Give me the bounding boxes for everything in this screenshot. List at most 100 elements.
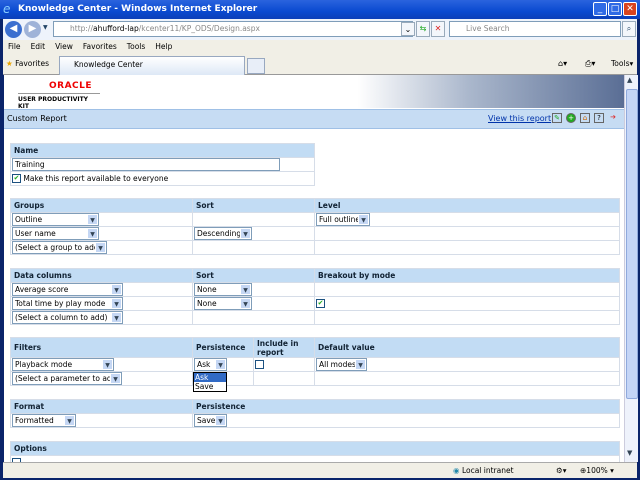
tab-bar: ★ Favorites Knowledge Center ⌂▾ ⎙▾ Tools… [3,55,637,75]
default-value-select[interactable]: All modes ▼ [316,358,367,371]
default-value-header: Default value [314,337,620,358]
chevron-down-icon: ▼ [111,298,122,309]
menu-tools[interactable]: Tools [122,40,150,51]
add-icon[interactable]: + [566,113,576,123]
oracle-logo: ORACLE [49,81,93,91]
scroll-up-icon[interactable]: ▲ [627,76,632,84]
sort-select[interactable]: None ▼ [194,283,252,296]
favorites-button[interactable]: ★ Favorites [6,59,49,68]
page-content: ORACLE USER PRODUCTIVITY KIT Custom Repo… [4,75,624,462]
menu-favorites[interactable]: Favorites [78,40,122,51]
add-filter-select[interactable]: (Select a parameter to add) ▼ [12,372,122,385]
level-select[interactable]: Full outline ▼ [316,213,370,226]
menu-view[interactable]: View [50,40,78,51]
globe-icon: ◉ [453,466,460,475]
chevron-down-icon: ▼ [358,214,369,225]
address-dropdown-icon[interactable]: ⌄ [401,22,415,36]
filters-section: Filters Persistence Include in report Defau… [10,337,620,386]
menu-file[interactable]: File [3,40,26,51]
zoom-level: 100% [586,466,608,475]
tools-label: Tools [611,59,630,68]
view-report-link[interactable]: View this report [488,114,551,123]
history-dropdown-icon[interactable]: ▼ [43,24,48,31]
select-value: User name [15,229,56,238]
back-button[interactable]: ◀ [5,21,22,38]
persistence-select[interactable]: Ask ▼ [194,358,227,371]
select-value: (Select a group to add) [15,243,102,252]
select-value: Average score [15,285,69,294]
breakout-header: Breakout by mode [314,268,620,283]
address-path: /kcenter11/KP_ODS/Design.aspx [138,24,260,33]
tab-knowledge-center[interactable]: Knowledge Center [59,56,245,75]
vertical-scrollbar[interactable]: ▲ ▼ [624,75,638,462]
logout-icon[interactable]: ➔ [608,113,618,123]
menu-bar: File Edit View Favorites Tools Help [3,40,637,55]
search-input[interactable]: Live Search [449,21,621,37]
include-checkbox[interactable] [255,360,264,370]
share-checkbox[interactable]: ✔ [12,174,21,184]
column-select[interactable]: Average score ▼ [12,283,123,296]
address-toolbar: ◀ ▶ ▼ http://ahufford-lap/kcenter11/KP_O… [3,19,637,40]
persistence-header: Persistence [192,337,254,358]
sort-select[interactable]: None ▼ [194,297,252,310]
data-columns-header: Data columns [10,268,193,283]
zoom-button[interactable]: ⊕100% ▾ [580,466,614,475]
select-value: Full outline [319,215,361,224]
persistence-dropdown-list: Ask Save [193,372,227,392]
chevron-down-icon: ▼ [95,242,106,253]
protected-mode-icon[interactable]: ⚙▾ [556,466,567,475]
edit-icon[interactable]: ✎ [552,113,562,123]
add-group-select[interactable]: (Select a group to add) ▼ [12,241,107,254]
chevron-down-icon: ▼ [111,312,122,323]
dropdown-option-ask[interactable]: Ask [194,373,226,382]
format-header: Format [10,399,193,414]
group-select[interactable]: User name ▼ [12,227,99,240]
options-header: Options [10,441,620,456]
column-select[interactable]: Total time by play mode ▼ [12,297,123,310]
data-columns-section: Data columns Sort Breakout by mode Average… [10,268,620,325]
filter-select[interactable]: Playback mode ▼ [12,358,114,371]
chevron-down-icon: ▼ [111,284,122,295]
groups-header: Groups [10,198,193,213]
home-icon[interactable]: ⌂ [580,113,590,123]
dropdown-option-save[interactable]: Save [194,382,226,391]
help-icon[interactable]: ? [594,113,604,123]
menu-help[interactable]: Help [150,40,177,51]
format-select[interactable]: Formatted ▼ [12,414,76,427]
sort-select[interactable]: Descending ▼ [194,227,252,240]
chevron-down-icon: ▼ [215,415,226,426]
menu-edit[interactable]: Edit [26,40,51,51]
tab-label: Knowledge Center [74,60,143,69]
share-label: Make this report available to everyone [23,173,169,183]
forward-button[interactable]: ▶ [24,21,41,38]
search-placeholder: Live Search [466,24,510,33]
add-column-select[interactable]: (Select a column to add) ▼ [12,311,123,324]
scroll-down-icon[interactable]: ▼ [627,449,632,457]
select-value: Formatted [15,416,54,425]
close-button[interactable]: ✕ [623,2,637,16]
breakout-checkbox[interactable]: ✔ [316,299,325,309]
minimize-button[interactable]: _ [593,2,607,16]
scrollbar-thumb[interactable] [626,89,638,399]
address-input[interactable]: http://ahufford-lap/kcenter11/KP_ODS/Des… [53,21,413,37]
select-value: (Select a parameter to add) [15,374,120,383]
sort-header: Sort [192,268,315,283]
new-tab-button[interactable] [247,58,265,74]
address-host: ahufford-lap [92,24,139,33]
stop-icon[interactable]: ✕ [431,21,445,37]
format-persistence-select[interactable]: Save ▼ [194,414,227,427]
home-icon[interactable]: ⌂▾ [558,59,567,68]
maximize-button[interactable]: □ [608,2,622,16]
options-section: Options [10,441,620,462]
print-icon[interactable]: ⎙▾ [585,59,595,69]
refresh-icon[interactable]: ⇆ [416,21,430,37]
select-value: All modes [319,360,356,369]
search-icon[interactable]: ⌕ [622,21,636,37]
zone-label: Local intranet [461,466,514,475]
select-value: Ask [197,360,211,369]
tools-button[interactable]: Tools▾ [611,59,633,68]
sort-header: Sort [192,198,315,213]
group-select[interactable]: Outline ▼ [12,213,99,226]
name-value: Training [15,160,45,169]
name-input[interactable]: Training [12,158,280,171]
